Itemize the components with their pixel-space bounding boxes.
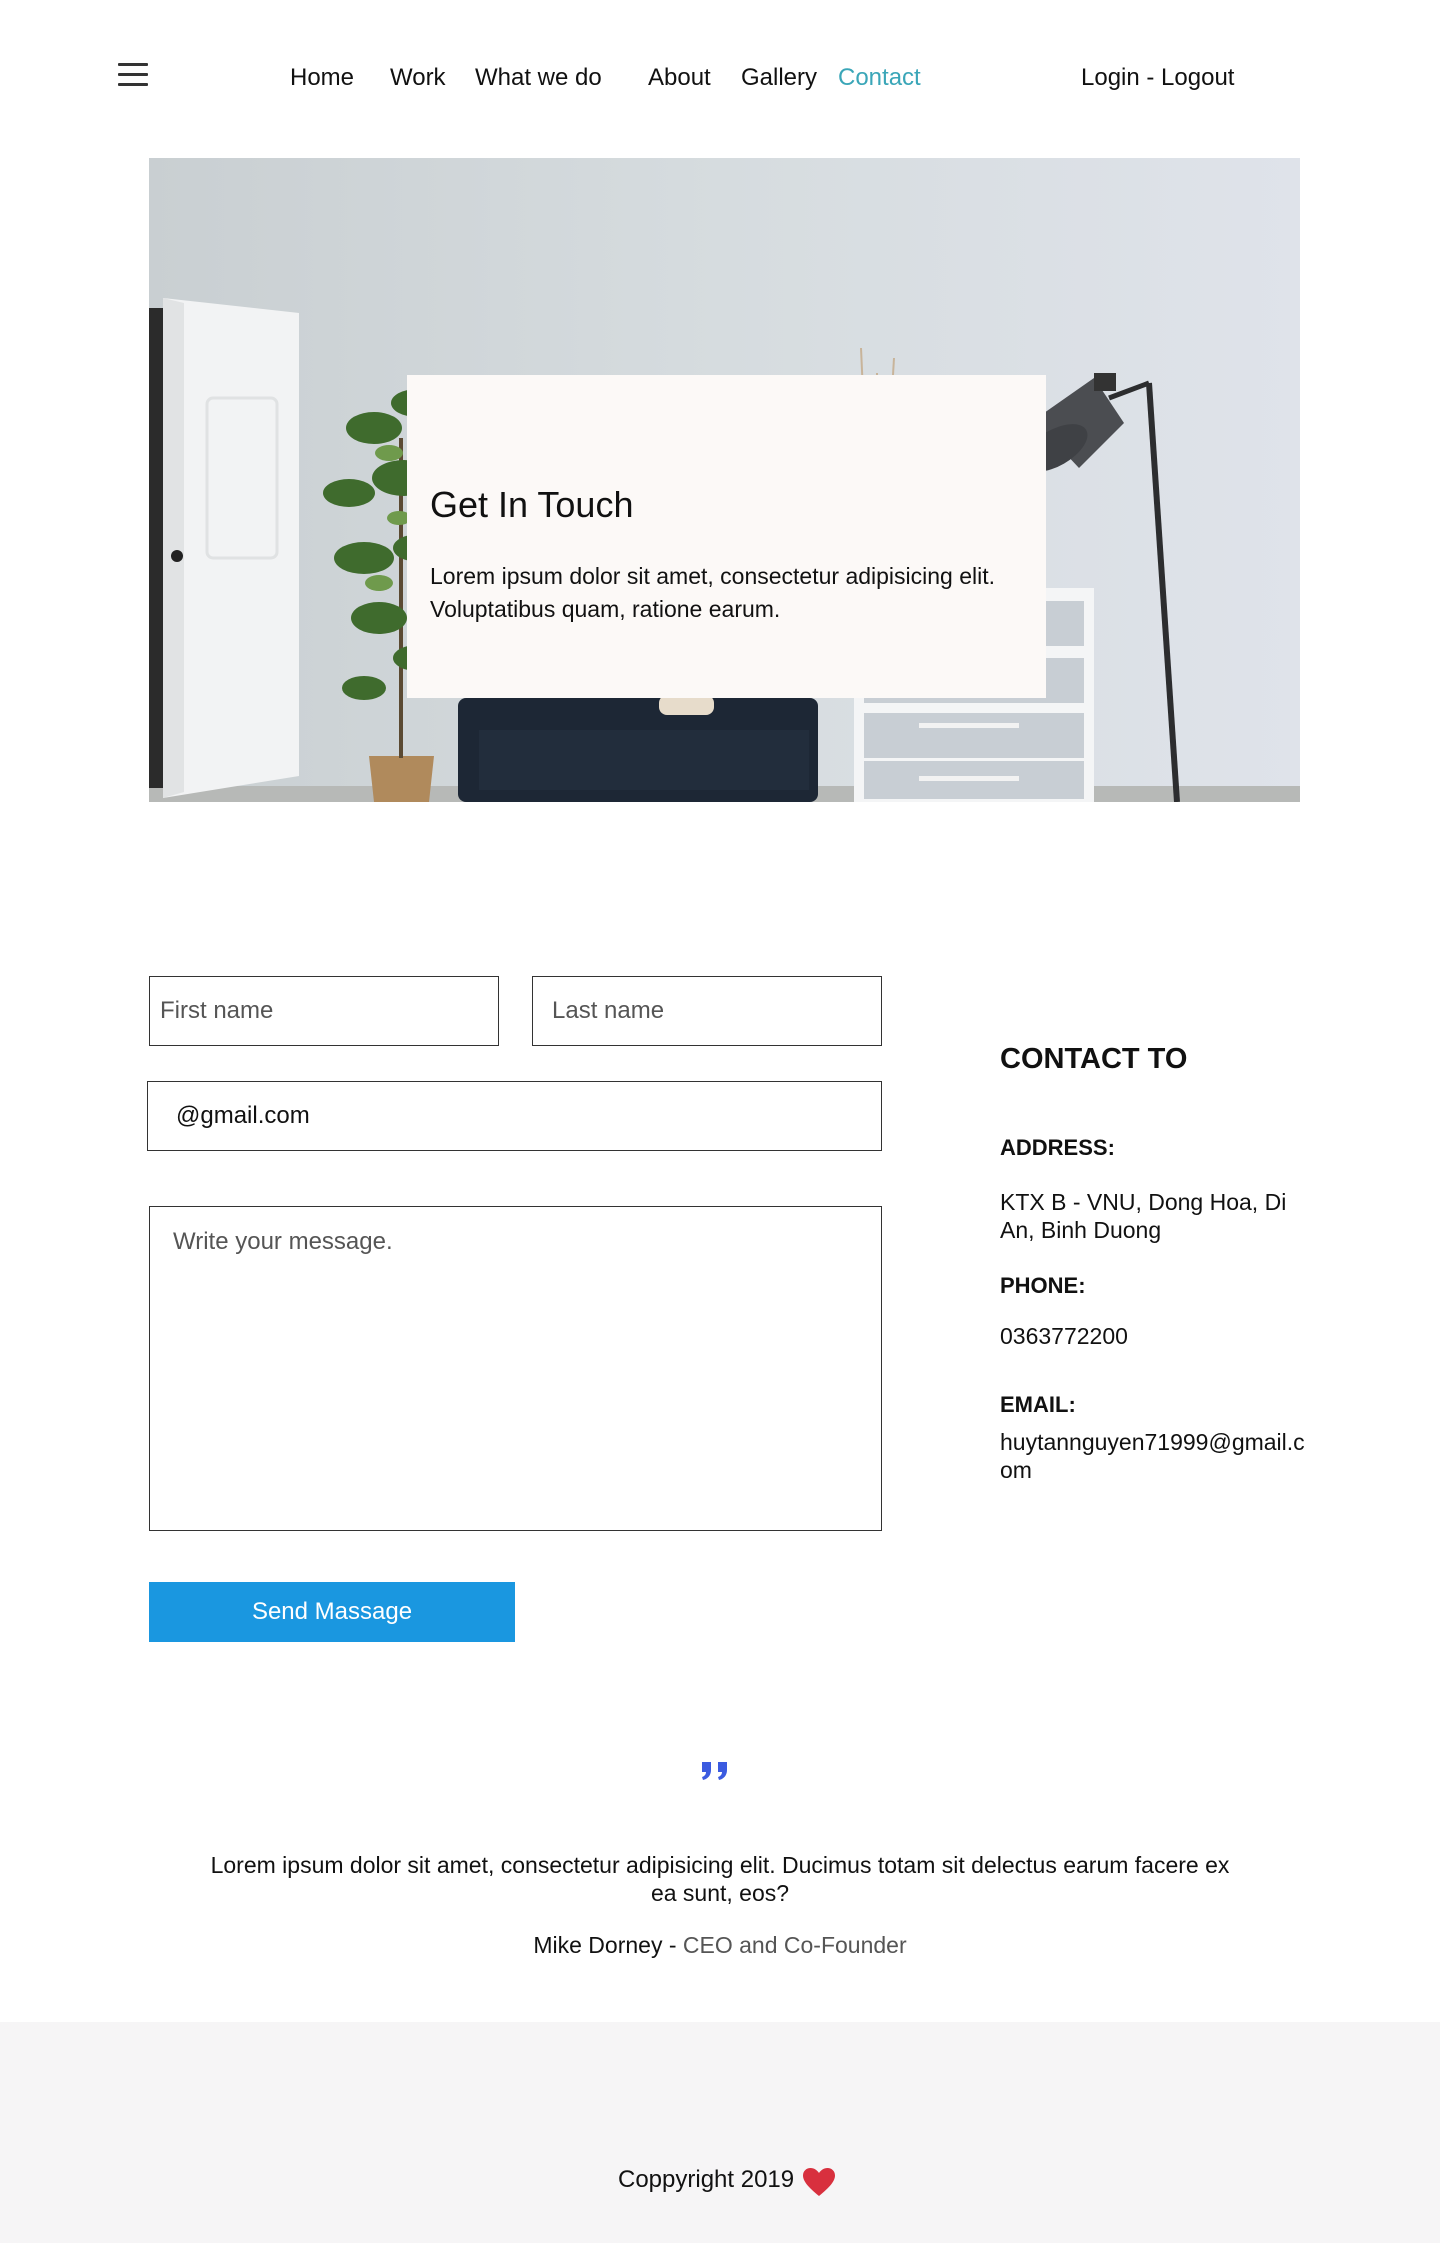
heart-icon [802,2167,836,2197]
contact-heading: CONTACT TO [1000,1043,1188,1075]
email-label: EMAIL: [1000,1392,1076,1417]
email-value: huytannguyen71999@gmail.com [1000,1429,1305,1483]
nav-home[interactable]: Home [290,64,354,92]
first-name-input[interactable] [149,976,499,1046]
send-message-button[interactable]: Send Massage [149,1582,515,1642]
nav-contact[interactable]: Contact [838,64,921,92]
nav-what-we-do[interactable]: What we do [475,64,602,92]
address-value: KTX B - VNU, Dong Hoa, Di An, Binh Duong [1000,1189,1287,1243]
hamburger-menu-icon[interactable] [118,63,148,91]
nav-about[interactable]: About [648,64,711,92]
hero-card [407,375,1046,698]
email-input[interactable] [147,1081,882,1151]
testimonial-role: CEO and Co-Founder [682,1932,907,1958]
nav-work[interactable]: Work [390,64,446,92]
phone-value: 0363772200 [1000,1323,1128,1349]
hero-text: Lorem ipsum dolor sit amet, consectetur … [430,563,996,622]
hero-title: Get In Touch [430,484,634,525]
testimonial-author: Mike Dorney [533,1932,663,1958]
nav-login-logout[interactable]: Login - Logout [1081,64,1234,92]
message-textarea[interactable] [149,1206,882,1531]
address-label: ADDRESS: [1000,1135,1115,1160]
phone-label: PHONE: [1000,1273,1086,1298]
testimonial-author-line: Mike Dorney - CEO and Co-Founder [200,1932,1240,1959]
author-separator: - [662,1932,683,1958]
nav-gallery[interactable]: Gallery [741,64,817,92]
testimonial-quote: Lorem ipsum dolor sit amet, consectetur … [210,1852,1230,1906]
last-name-input[interactable] [532,976,882,1046]
copyright-text: Coppyright 2019 [618,2166,795,2193]
quote-icon [700,1760,736,1784]
footer [0,2022,1440,2243]
